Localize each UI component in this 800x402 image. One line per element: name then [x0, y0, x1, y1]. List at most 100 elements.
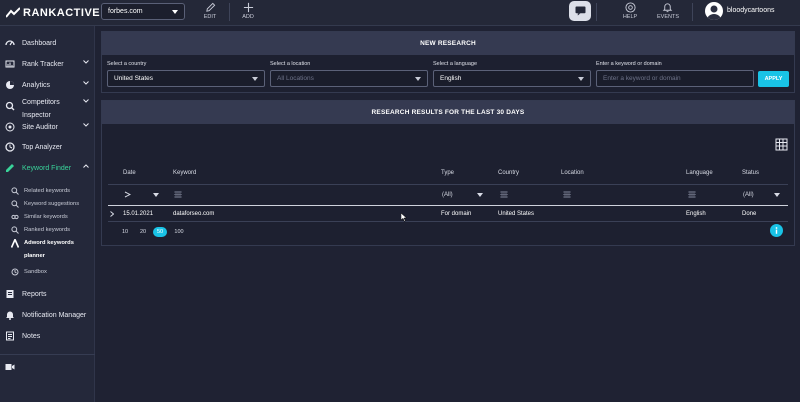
- column-header-country[interactable]: Country: [498, 170, 519, 176]
- language-select[interactable]: English: [433, 70, 591, 87]
- edit-label: EDIT: [203, 14, 217, 20]
- header-divider: [108, 184, 788, 185]
- mouse-cursor-icon: [401, 213, 407, 222]
- location-filter[interactable]: [563, 191, 571, 198]
- date-filter-dropdown[interactable]: [153, 193, 159, 197]
- caret-down-icon: [252, 77, 258, 81]
- sidebar-item-reports[interactable]: Reports: [0, 285, 95, 303]
- sub-item-adword-keywords-planner[interactable]: Adword keywords planner: [0, 236, 95, 262]
- username[interactable]: bloodycartoons: [727, 7, 774, 14]
- adwords-icon: [11, 238, 19, 248]
- chevron-down-icon: [83, 123, 89, 127]
- sidebar-item-label: Notification Manager: [22, 311, 87, 319]
- events-button[interactable]: EVENTS: [657, 2, 679, 20]
- filter-divider: [108, 205, 788, 206]
- logo[interactable]: RANKACTIVE: [6, 6, 100, 20]
- ranked-icon: [11, 225, 19, 234]
- status-filter-value: (All): [743, 192, 754, 198]
- project-select[interactable]: forbes.com: [101, 3, 185, 20]
- suggestion-icon: [11, 199, 19, 208]
- help-button[interactable]: HELP: [620, 2, 640, 20]
- page-size-50[interactable]: 50: [153, 227, 167, 237]
- column-header-language[interactable]: Language: [686, 170, 713, 176]
- sidebar-item-rank-tracker[interactable]: Rank Tracker: [0, 55, 95, 73]
- pencil-icon: [205, 2, 215, 12]
- notes-icon: [4, 330, 16, 342]
- analytics-icon: [4, 79, 16, 91]
- sidebar-item-notification-manager[interactable]: Notification Manager: [0, 306, 95, 324]
- edit-button[interactable]: EDIT: [200, 2, 220, 20]
- keyword-label: Enter a keyword or domain: [596, 61, 662, 67]
- caret-down-icon: [773, 193, 780, 197]
- sidebar-item-keyword-finder[interactable]: Keyword Finder: [0, 159, 95, 177]
- column-header-date[interactable]: Date: [123, 170, 136, 176]
- add-label: ADD: [242, 14, 254, 20]
- keyword-placeholder: Enter a keyword or domain: [603, 75, 681, 82]
- bell-icon: [4, 309, 16, 321]
- toolbar-divider: [596, 3, 597, 21]
- filter-search-icon: [174, 191, 182, 198]
- project-value: forbes.com: [108, 8, 143, 15]
- sub-item-ranked-keywords[interactable]: Ranked keywords: [0, 223, 95, 236]
- cell-keyword: dataforseo.com: [173, 211, 215, 217]
- video-camera-icon: [5, 364, 15, 370]
- column-header-keyword[interactable]: Keyword: [173, 170, 196, 176]
- similar-icon: [11, 213, 19, 221]
- language-filter[interactable]: [688, 191, 696, 198]
- keyword-input[interactable]: Enter a keyword or domain: [596, 70, 754, 87]
- video-button[interactable]: [5, 363, 15, 373]
- chat-button[interactable]: [569, 1, 591, 21]
- help-label: HELP: [622, 14, 638, 20]
- status-filter[interactable]: (All): [743, 192, 780, 198]
- location-select[interactable]: All Locations: [270, 70, 428, 87]
- sidebar-item-notes[interactable]: Notes: [0, 327, 95, 345]
- caret-down-icon: [578, 77, 584, 81]
- sub-item-related-keywords[interactable]: Related keywords: [0, 184, 95, 197]
- add-button[interactable]: ADD: [238, 2, 258, 20]
- new-research-title: NEW RESEARCH: [102, 32, 794, 55]
- sidebar-item-dashboard[interactable]: Dashboard: [0, 34, 95, 52]
- search-icon: [11, 186, 19, 195]
- column-header-type[interactable]: Type: [441, 170, 454, 176]
- toolbar-divider: [229, 3, 230, 21]
- sidebar-item-top-analyzer[interactable]: Top Analyzer: [0, 138, 95, 156]
- sub-item-similar-keywords[interactable]: Similar keywords: [0, 210, 95, 223]
- logo-mark-icon: [6, 7, 20, 18]
- sidebar-item-competitors-inspector[interactable]: Competitors Inspector: [0, 94, 95, 120]
- language-value: English: [440, 75, 462, 82]
- avatar[interactable]: [705, 2, 723, 20]
- greater-than-icon: [124, 191, 131, 198]
- sidebar-item-label: Keyword Finder: [22, 164, 72, 172]
- filter-search-icon: [688, 191, 696, 198]
- page-size-100[interactable]: 100: [172, 227, 186, 237]
- language-label: Select a language: [433, 61, 478, 67]
- row-divider: [108, 221, 788, 222]
- filter-search-icon: [563, 191, 571, 198]
- sidebar-item-site-auditor[interactable]: Site Auditor: [0, 118, 95, 136]
- sidebar-item-analytics[interactable]: Analytics: [0, 76, 95, 94]
- sub-item-sandbox[interactable]: Sandbox: [0, 265, 95, 278]
- cell-status: Done: [742, 211, 757, 217]
- reports-icon: [4, 288, 16, 300]
- competitors-icon: [4, 100, 16, 112]
- date-filter-operator[interactable]: [124, 191, 131, 198]
- expand-row-icon[interactable]: [110, 211, 114, 217]
- toolbar-divider: [692, 3, 693, 21]
- chevron-down-icon: [83, 60, 89, 64]
- column-header-location[interactable]: Location: [561, 170, 584, 176]
- page-size-20[interactable]: 20: [136, 227, 150, 237]
- user-avatar-icon: [707, 5, 721, 20]
- page-size-10[interactable]: 10: [118, 227, 132, 237]
- sub-item-keyword-suggestions[interactable]: Keyword suggestions: [0, 197, 95, 210]
- country-filter[interactable]: [500, 191, 508, 198]
- country-select[interactable]: United States: [107, 70, 265, 87]
- help-lifebuoy-icon: [624, 2, 636, 13]
- sub-item-label: Keyword suggestions: [24, 200, 80, 207]
- info-button[interactable]: [770, 224, 783, 237]
- apply-button[interactable]: APPLY: [758, 71, 789, 87]
- keyword-filter[interactable]: [174, 191, 182, 198]
- column-header-status[interactable]: Status: [742, 170, 759, 176]
- dashboard-icon: [4, 37, 16, 49]
- column-chooser-icon[interactable]: [775, 138, 788, 151]
- type-filter[interactable]: (All): [442, 192, 483, 198]
